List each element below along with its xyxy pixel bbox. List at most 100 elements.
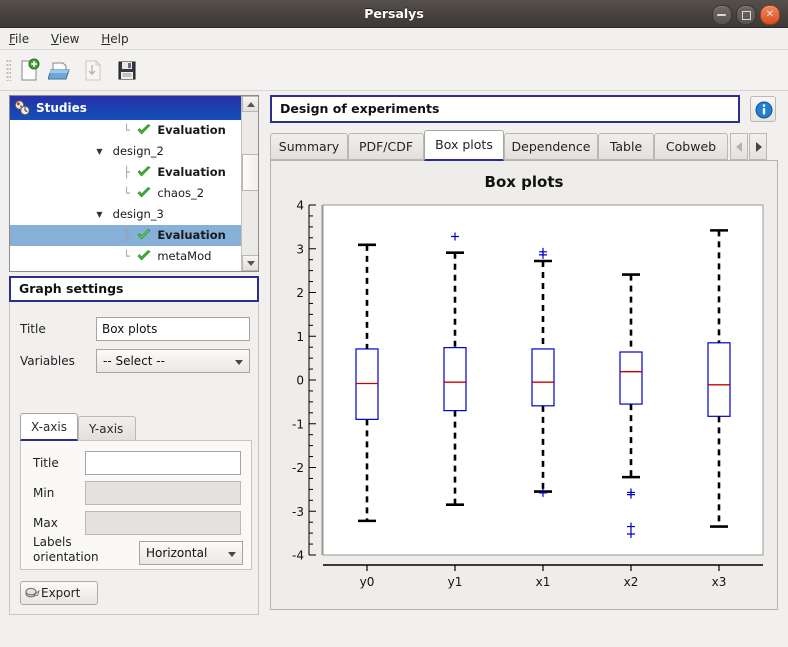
import-script-icon (86, 61, 100, 80)
check-icon (137, 229, 151, 241)
tree-item-design-2[interactable]: ▼ design_2 (10, 141, 241, 162)
tool-bar (0, 50, 788, 91)
tree-scrollbar[interactable] (241, 96, 258, 271)
tree-item-label: metaMod (157, 249, 211, 263)
minimize-button[interactable] (712, 5, 732, 25)
tree-item-label: Evaluation (157, 123, 226, 137)
scroll-up-button[interactable] (242, 96, 259, 112)
tree-item-label: Evaluation (157, 228, 226, 242)
tab-x-axis[interactable]: X-axis (20, 413, 78, 441)
variables-select[interactable]: -- Select -- (96, 349, 250, 373)
chevron-down-icon[interactable]: ▼ (94, 141, 105, 162)
x-tick-label: y0 (360, 575, 375, 589)
axis-min-input[interactable] (85, 481, 241, 505)
labels-orientation-label-line2: orientation (33, 550, 99, 564)
maximize-button[interactable] (736, 5, 756, 25)
studies-icon (14, 100, 31, 116)
info-icon (755, 101, 773, 119)
menu-help[interactable]: Help (92, 28, 137, 50)
left-panel: Studies └ Evaluation ▼ design_2 ├ Evalua… (4, 95, 263, 620)
y-tick-label: -2 (292, 461, 304, 475)
studies-header[interactable]: Studies (10, 96, 241, 120)
x-tick-label: x3 (712, 575, 727, 589)
new-study-button[interactable] (16, 58, 42, 83)
close-button[interactable]: ✕ (760, 5, 780, 25)
x-tick-label: y1 (448, 575, 463, 589)
chart-inner: Box plots -4-3-2-101234y0y1x1x2x3 (275, 165, 773, 605)
chevron-down-icon[interactable]: ▼ (94, 204, 105, 225)
studies-header-label: Studies (36, 101, 87, 115)
tab-table[interactable]: Table (598, 133, 654, 160)
result-tab-bar: Summary PDF/CDF Box plots Dependence Tab… (270, 130, 778, 160)
tab-summary[interactable]: Summary (270, 133, 348, 160)
labels-orientation-select[interactable]: Horizontal (139, 541, 243, 565)
menu-view[interactable]: View (42, 28, 88, 50)
tree-item-label: chaos_2 (157, 186, 204, 200)
check-icon (137, 250, 151, 262)
check-icon (137, 124, 151, 136)
save-button[interactable] (114, 58, 140, 83)
doe-title: Design of experiments (270, 95, 740, 123)
y-tick-label: -1 (292, 417, 304, 431)
axis-max-label: Max (33, 511, 79, 535)
variables-label: Variables (20, 349, 92, 373)
check-icon (137, 166, 151, 178)
graph-settings-header: Graph settings (9, 276, 259, 302)
box-plot-chart[interactable]: -4-3-2-101234y0y1x1x2x3 (275, 165, 773, 605)
tab-pdf-cdf[interactable]: PDF/CDF (348, 133, 424, 160)
tree-item-metamod[interactable]: └ metaMod (10, 246, 241, 267)
y-tick-label: 2 (296, 286, 304, 300)
scroll-down-button[interactable] (242, 255, 259, 271)
tab-box-plots[interactable]: Box plots (424, 130, 504, 161)
y-tick-label: 4 (296, 199, 304, 213)
axis-min-label: Min (33, 481, 79, 505)
graph-settings-body: Title Box plots Variables -- Select -- X… (9, 303, 259, 615)
axis-settings-pane: Title Min Max Labels orientati (20, 440, 252, 570)
tree-item-design-3[interactable]: ▼ design_3 (10, 204, 241, 225)
tab-y-axis[interactable]: Y-axis (78, 416, 136, 441)
tab-cobweb[interactable]: Cobweb (654, 133, 728, 160)
menu-file[interactable]: File (0, 28, 38, 50)
info-button[interactable] (750, 96, 776, 122)
x-tick-label: x2 (624, 575, 639, 589)
tab-scroll-right-button[interactable] (749, 133, 767, 160)
graph-settings-panel: Graph settings Title Box plots Variables… (9, 276, 259, 615)
tree-item-chaos-2[interactable]: └ chaos_2 (10, 183, 241, 204)
check-icon (137, 187, 151, 199)
toolbar-grip[interactable] (6, 59, 11, 81)
y-tick-label: 3 (296, 242, 304, 256)
tree-item-label: design_3 (113, 207, 164, 221)
axis-title-input[interactable] (85, 451, 241, 475)
tree-item-label: Evaluation (157, 165, 226, 179)
title-bar: Persalys ✕ (0, 0, 788, 28)
y-tick-label: -3 (292, 505, 304, 519)
tab-dependence[interactable]: Dependence (504, 133, 598, 160)
tree-item-evaluation-selected[interactable]: ├ Evaluation (10, 225, 241, 246)
chart-frame: Box plots -4-3-2-101234y0y1x1x2x3 (270, 160, 778, 610)
menu-file-rest: ile (15, 32, 29, 46)
window-title: Persalys (0, 0, 788, 28)
y-tick-label: -4 (292, 549, 304, 563)
tree-item-evaluation-2[interactable]: ├ Evaluation (10, 162, 241, 183)
studies-tree-list: └ Evaluation ▼ design_2 ├ Evaluation └ c… (10, 120, 241, 271)
import-script-button[interactable] (80, 58, 106, 83)
tree-item-evaluation-1[interactable]: └ Evaluation (10, 120, 241, 141)
studies-tree: Studies └ Evaluation ▼ design_2 ├ Evalua… (9, 95, 259, 272)
export-button[interactable]: Export (20, 581, 98, 605)
labels-orientation-label: Labels orientation (33, 535, 99, 565)
title-label: Title (20, 317, 92, 341)
tab-scroll-left-button[interactable] (730, 133, 748, 160)
scrollbar-thumb[interactable] (242, 154, 259, 191)
open-study-button[interactable] (48, 58, 74, 83)
right-panel: Design of experiments Summary PDF/CDF Bo… (268, 95, 784, 620)
axis-max-input[interactable] (85, 511, 241, 535)
y-tick-label: 1 (296, 330, 304, 344)
axis-title-label: Title (33, 451, 79, 475)
app-window: Persalys ✕ File View Help (0, 0, 788, 647)
menu-bar: File View Help (0, 28, 788, 50)
x-tick-label: x1 (536, 575, 551, 589)
export-button-label: Export (41, 586, 80, 600)
new-study-icon (22, 59, 39, 80)
save-icon (119, 62, 135, 79)
graph-title-input[interactable]: Box plots (96, 317, 250, 341)
